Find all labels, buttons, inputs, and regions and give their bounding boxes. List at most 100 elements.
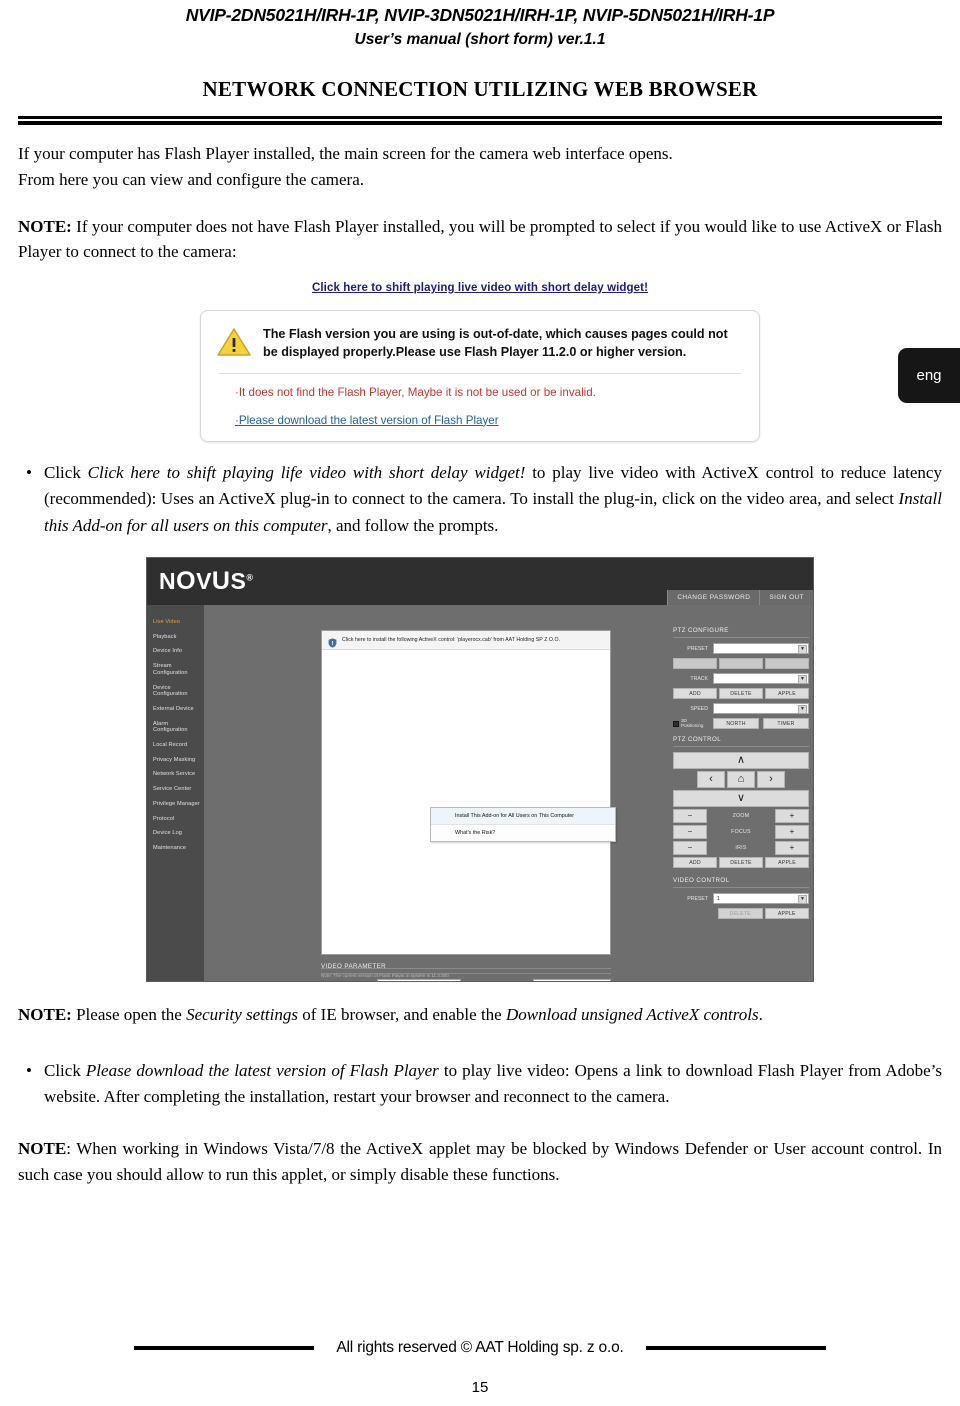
sidebar-item-device-info[interactable]: Device Info [147, 644, 204, 659]
sidebar-item-stream-configuration[interactable]: Stream Configuration [147, 659, 204, 680]
ui-sidebar: Live Video Playback Device Info Stream C… [147, 605, 204, 981]
zoom-minus-button[interactable]: − [673, 809, 707, 823]
chevron-down-icon[interactable]: ▼ [798, 675, 807, 684]
focus-minus-button[interactable]: − [673, 825, 707, 839]
chevron-down-icon[interactable]: ▼ [798, 645, 807, 654]
live-video-area[interactable]: Click here to install the following Acti… [321, 630, 616, 955]
sidebar-item-device-log[interactable]: Device Log [147, 826, 204, 841]
shift-widget-link[interactable]: Click here to shift playing live video w… [200, 282, 760, 294]
sidebar-item-live-video[interactable]: Live Video [147, 615, 204, 630]
ptz-down-button[interactable]: ∨ [673, 790, 809, 807]
change-password-button[interactable]: CHANGE PASSWORD [667, 590, 760, 605]
sidebar-item-maintenance[interactable]: Maintenance [147, 841, 204, 856]
header-divider [18, 116, 942, 125]
manual-version: User’s manual (short form) ver.1.1 [354, 30, 606, 48]
flash-not-found-message: ·It does not find the Flash Player, Mayb… [235, 386, 596, 400]
chevron-down-icon[interactable]: ▼ [450, 981, 459, 982]
sidebar-item-protocol[interactable]: Protocol [147, 812, 204, 827]
sidebar-item-device-configuration[interactable]: Device Configuration [147, 681, 204, 702]
ptz-speed-select[interactable]: ▼ [713, 703, 809, 714]
flash-warning-box: The Flash version you are using is out-o… [200, 309, 760, 442]
sidebar-item-external-device[interactable]: External Device [147, 702, 204, 717]
ptz-right-button[interactable]: › [757, 771, 785, 788]
flash-download-link[interactable]: ·Please download the latest version of F… [235, 412, 743, 429]
ptz-preset-button-3[interactable] [765, 658, 809, 669]
ptz-preset-button-2[interactable] [719, 658, 763, 669]
ptz-control-delete-button[interactable]: DELETE [719, 857, 763, 868]
ptz-preset-row: PRESET ▼ [673, 643, 809, 654]
ptz-track-apple-button[interactable]: APPLE [765, 688, 809, 699]
camera-web-interface-screenshot: NOVUS® CHANGE PASSWORD SIGN OUT Live Vid… [146, 557, 814, 982]
bullet2-download-link-text: Please download the latest version of Fl… [85, 1060, 439, 1080]
note2-label: NOTE: [18, 1005, 72, 1024]
ptz-track-delete-button[interactable]: DELETE [719, 688, 763, 699]
footer-rule-right [645, 1346, 826, 1350]
flash-warning-line-1: The Flash version you are using is out-o… [263, 326, 728, 341]
model-numbers: NVIP-2DN5021H/IRH-1P, NVIP-3DN5021H/IRH-… [185, 5, 775, 25]
chevron-down-icon[interactable]: ▼ [798, 895, 807, 904]
sidebar-item-playback[interactable]: Playback [147, 630, 204, 645]
menu-item-whats-the-risk[interactable]: What's the Risk? [431, 825, 615, 841]
sidebar-item-network-service[interactable]: Network Service [147, 767, 204, 782]
ptz-track-add-button[interactable]: ADD [673, 688, 717, 699]
note-flash-player: NOTE: If your computer does not have Fla… [18, 214, 942, 265]
chevron-down-icon[interactable]: ▼ [798, 705, 807, 714]
flash-version-note: Note: The current version of Flash Playe… [321, 968, 611, 978]
ptz-north-button[interactable]: NORTH [713, 718, 759, 729]
video-control-apple-button[interactable]: APPLE [764, 908, 809, 919]
video-control-preset-row: PRESET 1 ▼ [673, 893, 809, 904]
ptz-up-button[interactable]: ∧ [673, 752, 809, 769]
ptz-track-select[interactable]: ▼ [713, 673, 809, 684]
sidebar-item-service-center[interactable]: Service Center [147, 782, 204, 797]
sidebar-item-alarm-configuration[interactable]: Alarm Configuration [147, 717, 204, 738]
note3-label: NOTE [18, 1139, 67, 1159]
language-tab-eng[interactable]: eng [898, 348, 960, 403]
sidebar-item-local-record[interactable]: Local Record [147, 738, 204, 753]
video-control-delete-button[interactable]: DELETE [718, 908, 763, 919]
ptz-left-button[interactable]: ‹ [697, 771, 725, 788]
note2-seg1: Please open the [71, 1005, 187, 1024]
ptz-speed-row: SPEED ▼ [673, 703, 809, 714]
bullet1-seg1: Click [44, 462, 88, 482]
ptz-timer-button[interactable]: TIMER [763, 718, 809, 729]
shield-icon [328, 635, 337, 648]
sidebar-item-privacy-masking[interactable]: Privacy Masking [147, 753, 204, 768]
focus-plus-button[interactable]: + [775, 825, 809, 839]
video-control-buttons: DELETE APPLE [673, 908, 809, 919]
ptz-control-apple-button[interactable]: APPLE [765, 857, 809, 868]
activex-install-bar[interactable]: Click here to install the following Acti… [322, 631, 610, 650]
iframe-interval-input[interactable]: 23 [533, 979, 611, 981]
flash-box-divider [219, 373, 741, 375]
zoom-plus-button[interactable]: + [775, 809, 809, 823]
3d-positioning-checkbox[interactable] [673, 720, 679, 727]
iris-minus-button[interactable]: − [673, 841, 707, 855]
ptz-preset-select[interactable]: ▼ [713, 643, 809, 654]
ptz-control-title: PTZ CONTROL [673, 736, 809, 747]
video-control-preset-value: 1 [717, 895, 720, 902]
focus-row: − FOCUS + [673, 825, 809, 839]
note2-download-unsigned: Download unsigned ActiveX controls [505, 1005, 759, 1024]
stream-row: STREAM stream1 ▼ [321, 979, 461, 982]
ptz-control-buttons: ADD DELETE APPLE [673, 857, 809, 868]
video-parameter-col-left: STREAM stream1 ▼ BIT RATE TYPE CBR ▼ [321, 979, 461, 982]
menu-item-install-addon[interactable]: Install This Add-on for All Users on Thi… [431, 808, 615, 824]
ptz-preset-button-1[interactable] [673, 658, 717, 669]
bullet-activex: • Click Click here to shift playing life… [18, 460, 942, 539]
iris-plus-button[interactable]: + [775, 841, 809, 855]
bullet2-seg1: Click [44, 1060, 86, 1080]
ptz-control-add-button[interactable]: ADD [673, 857, 717, 868]
note3-text: : When working in Windows Vista/7/8 the … [18, 1139, 942, 1184]
ui-top-buttons: CHANGE PASSWORD SIGN OUT [667, 590, 813, 605]
sign-out-button[interactable]: SIGN OUT [759, 590, 813, 605]
ptz-home-button[interactable]: ⌂ [727, 771, 755, 788]
iris-label: IRIS [735, 845, 747, 851]
stream-select[interactable]: stream1 ▼ [377, 979, 461, 982]
bullet1-widget-link-text: Click here to shift playing life video w… [87, 462, 526, 482]
activex-context-menu[interactable]: Install This Add-on for All Users on Thi… [430, 807, 616, 842]
note2-seg3: of IE browser, and enable the [298, 1005, 506, 1024]
flash-warning-line-2: be displayed properly.Please use Flash P… [263, 344, 687, 359]
document-footer: All rights reserved © AAT Holding sp. z … [0, 1339, 960, 1396]
video-control-preset-select[interactable]: 1 ▼ [713, 893, 809, 904]
sidebar-item-privilege-manager[interactable]: Privilege Manager [147, 797, 204, 812]
3d-positioning-label: 3D Positioning [681, 717, 704, 728]
